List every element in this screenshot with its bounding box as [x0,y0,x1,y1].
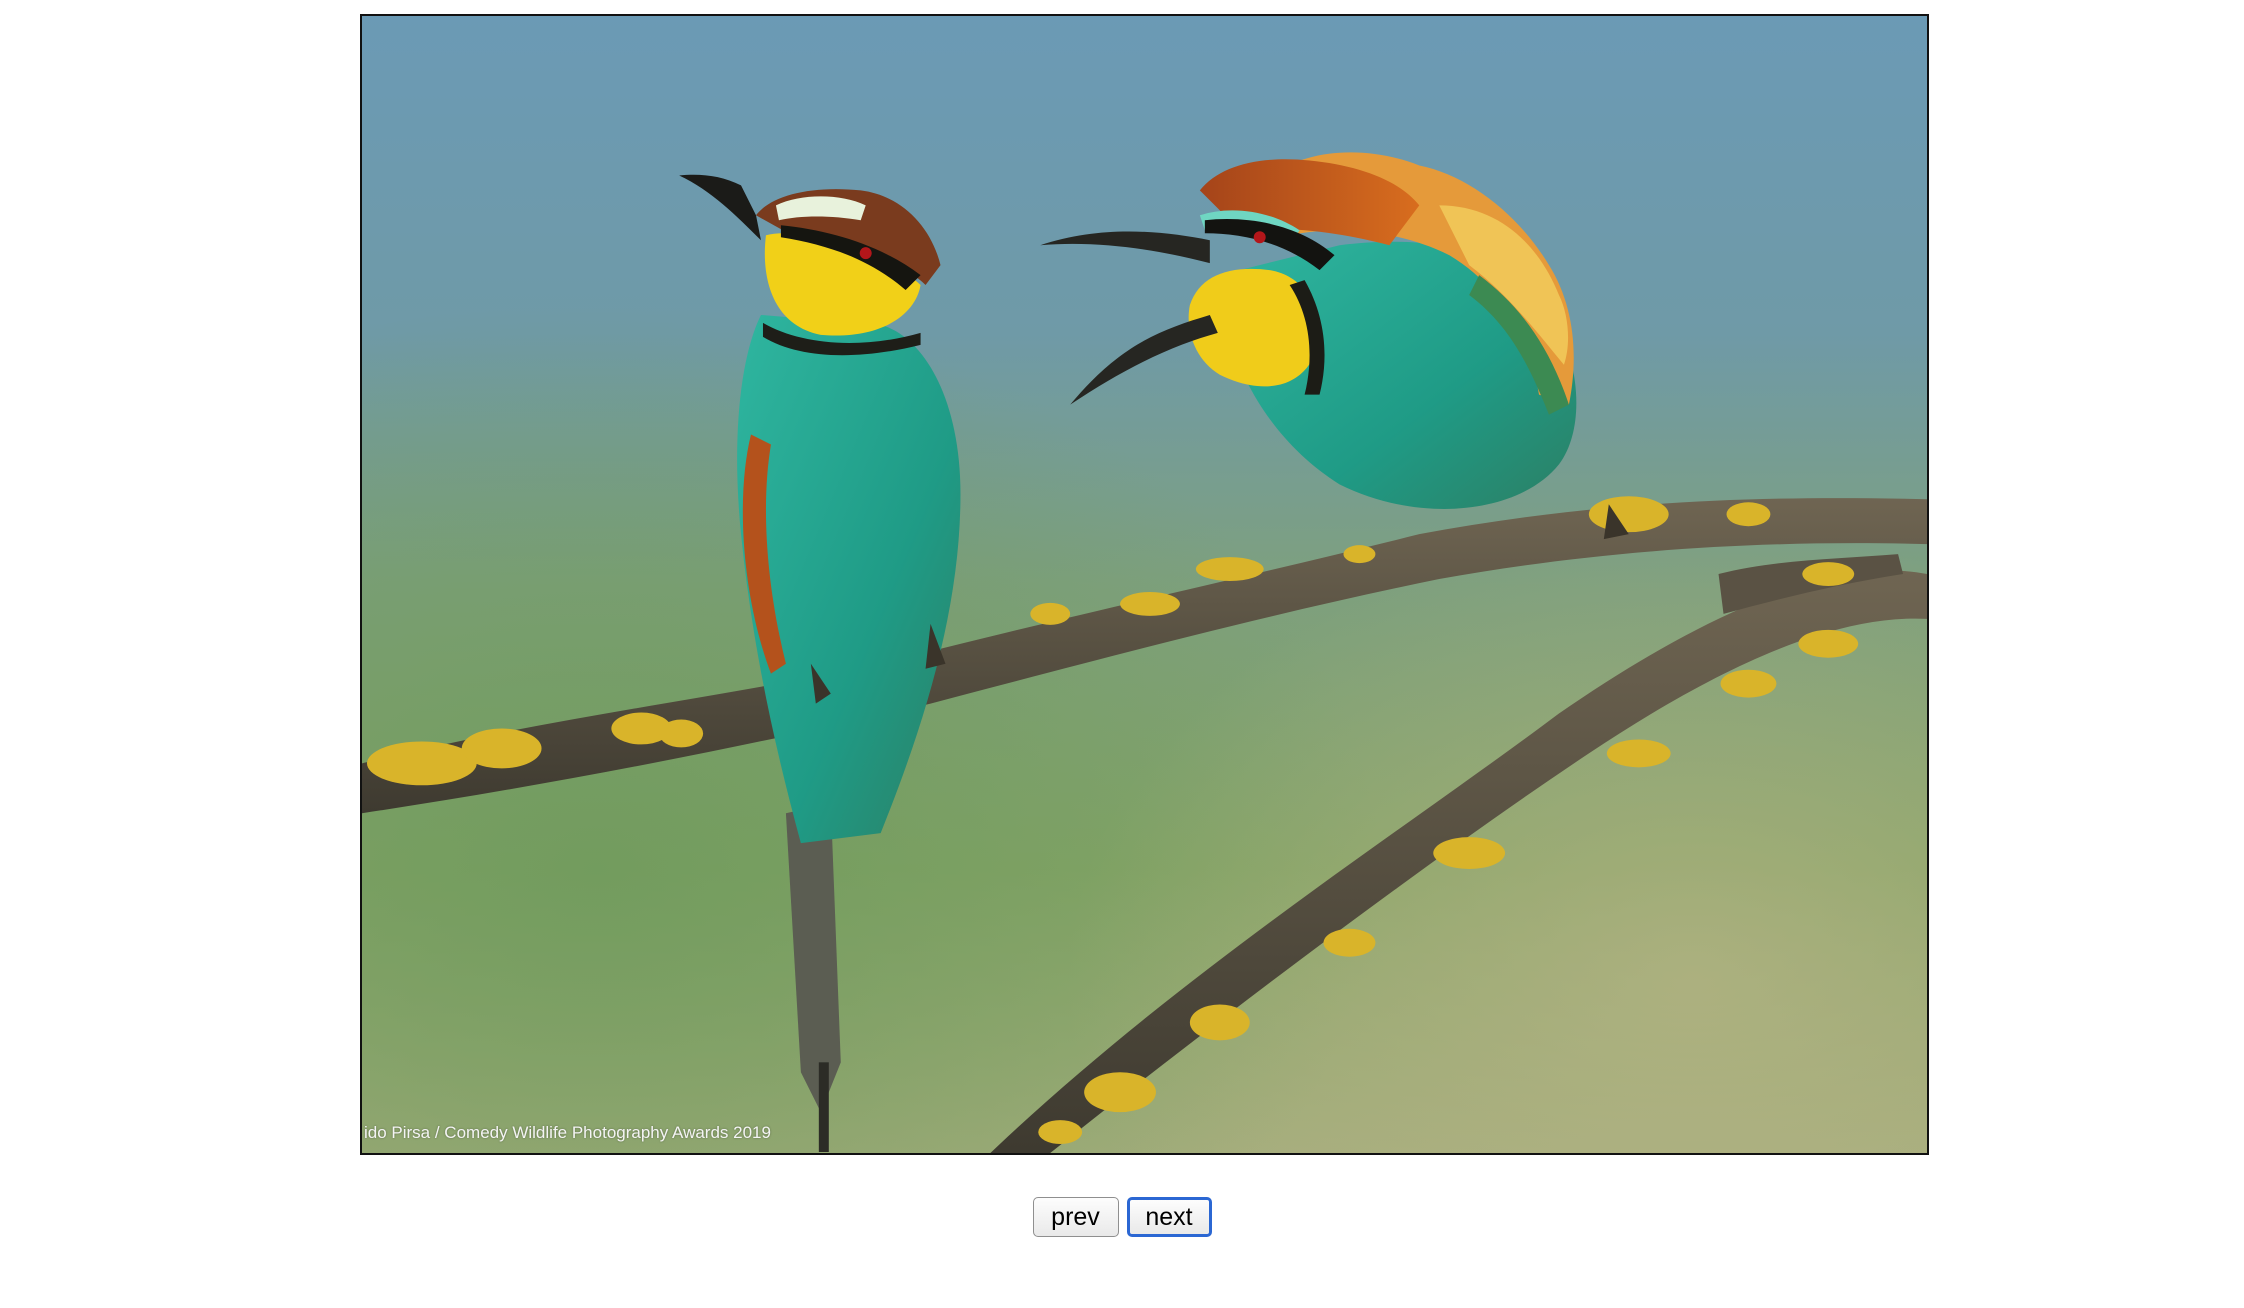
photo-frame: ido Pirsa / Comedy Wildlife Photography … [360,14,1929,1155]
pager-controls: prev next [0,1197,2244,1237]
next-button[interactable]: next [1126,1197,1212,1237]
prev-button[interactable]: prev [1032,1197,1119,1237]
bee-eater-photo [362,16,1927,1153]
photo-gallery: ido Pirsa / Comedy Wildlife Photography … [0,0,2244,1308]
photo-credit: ido Pirsa / Comedy Wildlife Photography … [364,1123,771,1142]
